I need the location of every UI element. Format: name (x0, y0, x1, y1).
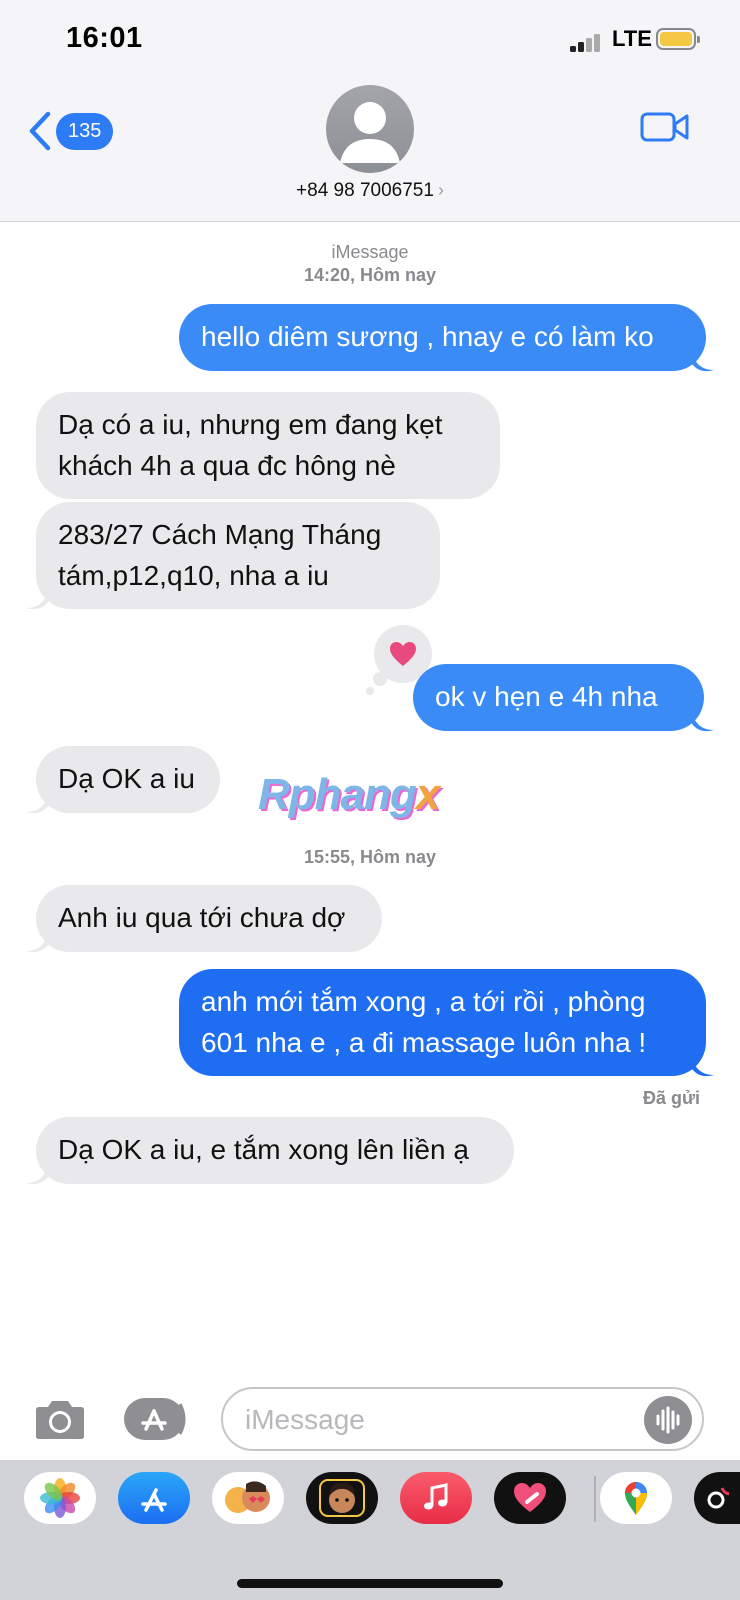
home-indicator[interactable] (237, 1579, 503, 1588)
app-store-icon[interactable] (118, 1472, 190, 1524)
bubble-tail (26, 794, 48, 814)
bubble-tail (26, 1165, 48, 1185)
message-input-placeholder: iMessage (245, 1404, 365, 1435)
received-message[interactable]: 283/27 Cách Mạng Tháng tám,p12,q10, nha … (36, 502, 440, 609)
reaction-tail (373, 672, 387, 686)
bubble-tail (692, 1057, 714, 1077)
delivery-status: Đã gửi (642, 1088, 700, 1108)
heart-icon (390, 642, 416, 666)
tiktok-icon[interactable] (694, 1472, 740, 1524)
signal-icon (570, 30, 604, 52)
bubble-tail (692, 352, 714, 372)
timestamp-text: 14:20, Hôm nay (303, 265, 437, 285)
music-glyph (424, 1483, 448, 1510)
contact-name-button[interactable]: +84 98 7006751 › (0, 180, 740, 202)
heart-hand-glyph (514, 1483, 546, 1512)
bubble-tail (26, 590, 48, 610)
watermark-text: Rphang (258, 770, 417, 819)
bubble-tail (692, 712, 714, 732)
app-store-button[interactable] (124, 1398, 190, 1440)
bubble-tail (26, 933, 48, 953)
app-store-glyph (141, 1488, 167, 1512)
received-message[interactable]: Anh iu qua tới chưa dợ (36, 885, 382, 952)
tray-divider (594, 1476, 596, 1522)
contact-avatar[interactable] (326, 85, 414, 173)
memoji-glyph (319, 1479, 365, 1517)
chevron-right-icon: › (437, 180, 444, 200)
status-time: 16:01 (66, 22, 143, 54)
composer-bar: iMessage (0, 1370, 740, 1460)
battery-icon (656, 28, 700, 50)
message-input[interactable]: iMessage (221, 1387, 704, 1451)
received-message[interactable]: Dạ OK a iu, e tắm xong lên liền ạ (36, 1117, 514, 1184)
sent-message[interactable]: anh mới tắm xong , a tới rồi , phòng 601… (179, 969, 706, 1076)
memoji-stickers-icon[interactable] (212, 1472, 284, 1524)
map-pin-glyph (625, 1482, 647, 1515)
app-drawer (0, 1460, 740, 1600)
photos-glyph (40, 1478, 80, 1518)
reaction-tail (366, 687, 374, 695)
watermark-accent: x (415, 770, 441, 819)
thread-timestamp: iMessage 14:20, Hôm nay (0, 241, 740, 287)
timestamp-text: 15:55, Hôm nay (303, 847, 437, 867)
service-label: iMessage (331, 242, 409, 262)
digital-touch-icon[interactable] (494, 1472, 566, 1524)
contact-number: +84 98 7006751 (296, 180, 434, 201)
camera-icon[interactable] (32, 1398, 88, 1442)
music-icon[interactable] (400, 1472, 472, 1524)
chevron-left-icon (29, 111, 51, 151)
waveform-icon (656, 1406, 680, 1434)
received-message[interactable]: Dạ OK a iu (36, 746, 220, 813)
thread-timestamp: 15:55, Hôm nay (0, 846, 740, 869)
photos-icon[interactable] (24, 1472, 96, 1524)
network-label: LTE (612, 26, 652, 51)
sent-message[interactable]: ok v hẹn e 4h nha (413, 664, 704, 731)
memoji-stickers-glyph (225, 1481, 270, 1513)
voice-message-button[interactable] (644, 1396, 692, 1444)
unread-count-badge: 135 (56, 112, 114, 150)
conversation-header: 135 +84 98 7006751 › (0, 80, 740, 222)
status-bar: 16:01 LTE (0, 0, 740, 80)
sent-message[interactable]: hello diêm sương , hnay e có làm ko (179, 304, 706, 371)
google-maps-icon[interactable] (600, 1472, 672, 1524)
received-message[interactable]: Dạ có a iu, nhưng em đang kẹt khách 4h a… (36, 392, 500, 499)
tiktok-glyph (707, 1487, 730, 1509)
person-icon (340, 102, 400, 163)
back-button[interactable]: 135 (28, 110, 114, 152)
facetime-video-icon[interactable] (640, 110, 690, 144)
watermark-logo: Rphangx (258, 770, 441, 820)
memoji-icon[interactable] (306, 1472, 378, 1524)
